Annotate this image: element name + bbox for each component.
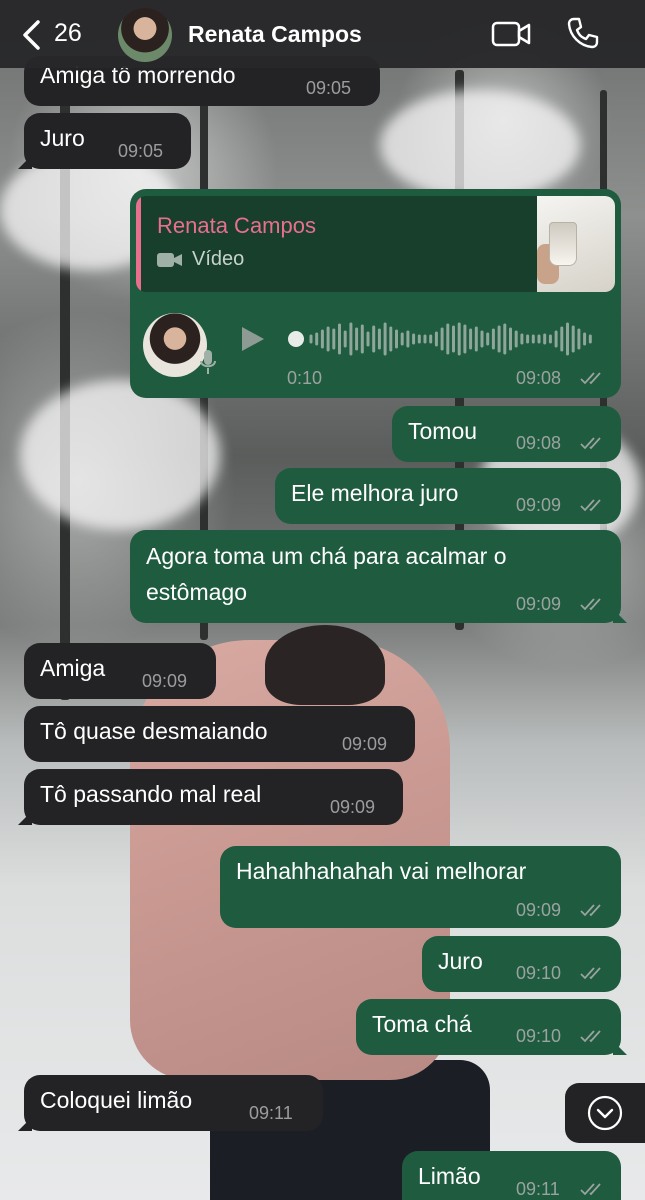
chevron-left-icon[interactable] xyxy=(18,18,48,52)
message-text: Juro xyxy=(438,948,483,974)
message-time: 09:10 xyxy=(516,963,562,983)
message-time: 09:05 xyxy=(306,78,352,98)
message-bubble-incoming[interactable]: Tô passando mal real 09:09 xyxy=(18,769,403,825)
video-thumbnail[interactable] xyxy=(537,196,615,292)
message-text: Coloquei limão xyxy=(40,1087,193,1113)
message-text: Tomou xyxy=(408,418,478,444)
double-check-icon xyxy=(580,598,601,611)
voice-sender-avatar xyxy=(143,313,207,377)
double-check-icon xyxy=(580,967,601,980)
message-text-line-1: Agora toma um chá para acalmar o xyxy=(146,543,507,569)
video-camera-icon xyxy=(157,253,182,267)
quoted-message[interactable]: Renata Campos Vídeo xyxy=(136,196,615,292)
message-bubble-incoming[interactable]: Juro 09:05 xyxy=(18,113,191,169)
unread-count[interactable]: 26 xyxy=(54,19,82,48)
message-text: Hahahhahahah vai melhorar xyxy=(236,858,527,884)
double-check-icon xyxy=(580,437,601,450)
message-time: 09:09 xyxy=(330,797,376,817)
message-text: Tô passando mal real xyxy=(40,781,262,807)
message-text: Toma chá xyxy=(372,1011,472,1037)
message-time: 09:08 xyxy=(516,368,562,388)
contact-name[interactable]: Renata Campos xyxy=(188,21,362,48)
double-check-icon xyxy=(580,372,601,385)
message-time: 09:08 xyxy=(516,433,562,453)
double-check-icon xyxy=(580,499,601,512)
message-time: 09:10 xyxy=(516,1026,562,1046)
message-bubble-outgoing[interactable]: Toma chá 09:10 xyxy=(356,999,627,1055)
message-bubble-outgoing[interactable]: Ele melhora juro 09:09 xyxy=(275,468,621,524)
message-text: Tô quase desmaiando xyxy=(40,718,268,744)
message-bubble-incoming[interactable]: Amiga 09:09 xyxy=(24,643,216,699)
message-text-line-2: estômago xyxy=(146,579,248,605)
double-check-icon xyxy=(580,1183,601,1196)
quote-author: Renata Campos xyxy=(157,213,316,238)
message-text: Ele melhora juro xyxy=(291,480,459,506)
phone-icon[interactable] xyxy=(566,16,600,50)
message-time: 09:11 xyxy=(249,1103,293,1123)
double-check-icon xyxy=(580,1030,601,1043)
voice-duration: 0:10 xyxy=(287,368,323,388)
scroll-to-bottom-button[interactable] xyxy=(565,1083,645,1143)
message-time: 09:11 xyxy=(516,1179,560,1199)
message-bubble-outgoing[interactable]: Agora toma um chá para acalmar o estômag… xyxy=(130,530,627,623)
message-bubble-outgoing[interactable]: Juro 09:10 xyxy=(422,936,621,992)
message-bubble-incoming[interactable]: Coloquei limão 09:11 xyxy=(18,1075,323,1131)
contact-avatar[interactable] xyxy=(118,8,172,62)
message-time: 09:09 xyxy=(516,594,562,614)
message-text: Limão xyxy=(418,1163,481,1189)
message-time: 09:09 xyxy=(516,900,562,920)
double-check-icon xyxy=(580,904,601,917)
message-time: 09:09 xyxy=(142,671,188,691)
message-time: 09:09 xyxy=(342,734,388,754)
play-icon[interactable] xyxy=(240,325,266,353)
message-text: Amiga xyxy=(40,655,106,681)
voice-waveform[interactable] xyxy=(287,320,597,358)
message-bubble-outgoing[interactable]: Hahahhahahah vai melhorar 09:09 xyxy=(220,846,621,928)
message-time: 09:05 xyxy=(118,141,164,161)
message-bubble-incoming[interactable]: Tô quase desmaiando 09:09 xyxy=(24,706,415,762)
message-time: 09:09 xyxy=(516,495,562,515)
message-bubble-outgoing[interactable]: Limão 09:11 xyxy=(402,1151,621,1200)
video-camera-icon[interactable] xyxy=(491,20,531,48)
chat-header: 26 Renata Campos xyxy=(0,0,645,68)
message-text: Juro xyxy=(40,125,85,151)
message-bubble-outgoing[interactable]: Tomou 09:08 xyxy=(392,406,621,462)
chevron-down-icon xyxy=(587,1095,623,1131)
quote-media-type: Vídeo xyxy=(192,248,245,270)
microphone-icon xyxy=(200,350,216,374)
